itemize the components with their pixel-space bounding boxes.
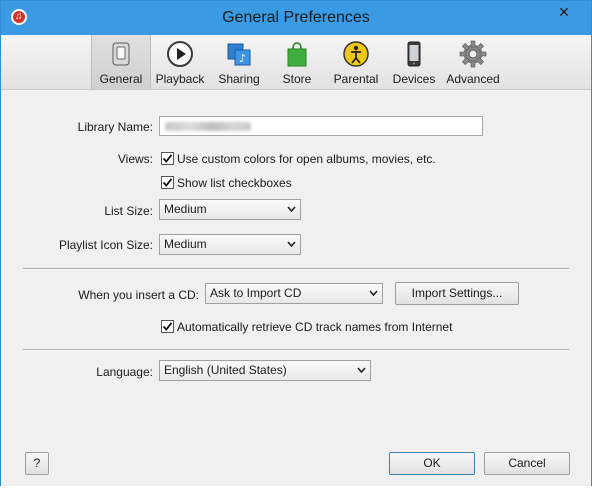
show-list-checkboxes-checkbox[interactable] <box>161 176 174 189</box>
general-device-icon <box>107 40 135 68</box>
playlist-icon-size-label: Playlist Icon Size: <box>58 238 153 252</box>
tab-playback[interactable]: Playback <box>152 35 208 89</box>
section-separator <box>23 268 569 270</box>
tab-general[interactable]: General <box>91 35 151 89</box>
tab-parental[interactable]: Parental <box>328 35 384 89</box>
custom-colors-label: Use custom colors for open albums, movie… <box>177 152 436 166</box>
play-icon <box>166 40 194 68</box>
list-size-label: List Size: <box>104 204 153 218</box>
tab-parental-label: Parental <box>333 72 379 86</box>
library-name-label: Library Name: <box>77 120 153 134</box>
language-select[interactable]: English (United States) <box>159 360 371 381</box>
tab-playback-label: Playback <box>155 72 205 86</box>
playlist-icon-size-select[interactable]: Medium <box>159 234 301 255</box>
list-size-select[interactable]: Medium <box>159 199 301 220</box>
chevron-down-icon <box>287 241 296 247</box>
import-settings-button[interactable]: Import Settings... <box>395 282 519 305</box>
parental-icon <box>342 40 370 68</box>
tab-store-label: Store <box>282 72 312 86</box>
tab-devices[interactable]: Devices <box>386 35 442 89</box>
title-bar[interactable]: ♫ General Preferences ✕ <box>1 1 591 35</box>
tab-advanced[interactable]: Advanced <box>444 35 502 89</box>
chevron-down-icon <box>357 367 366 373</box>
tab-sharing-label: Sharing <box>218 72 260 86</box>
tab-general-label: General <box>99 72 143 86</box>
language-value: English (United States) <box>164 363 287 377</box>
tab-sharing[interactable]: ♪ Sharing <box>211 35 267 89</box>
insert-cd-value: Ask to Import CD <box>210 286 302 300</box>
auto-retrieve-checkbox[interactable] <box>161 320 174 333</box>
views-label: Views: <box>117 152 153 166</box>
list-size-value: Medium <box>164 202 207 216</box>
library-name-input[interactable] <box>159 116 483 136</box>
insert-cd-select[interactable]: Ask to Import CD <box>205 283 383 304</box>
gear-icon <box>459 40 487 68</box>
device-icon <box>400 40 428 68</box>
sharing-icon: ♪ <box>225 40 253 68</box>
section-separator <box>23 349 569 351</box>
library-name-value-redacted <box>165 122 251 131</box>
store-bag-icon <box>283 40 311 68</box>
close-button[interactable]: ✕ <box>545 1 583 23</box>
insert-cd-label: When you insert a CD: <box>78 288 199 302</box>
tab-advanced-label: Advanced <box>446 72 500 86</box>
tab-store[interactable]: Store <box>269 35 325 89</box>
tab-devices-label: Devices <box>392 72 436 86</box>
auto-retrieve-label: Automatically retrieve CD track names fr… <box>177 320 453 334</box>
help-button[interactable]: ? <box>25 452 49 475</box>
chevron-down-icon <box>369 290 378 296</box>
background-strip <box>0 486 592 494</box>
cancel-button[interactable]: Cancel <box>484 452 570 475</box>
playlist-icon-size-value: Medium <box>164 237 207 251</box>
language-label: Language: <box>96 365 153 379</box>
ok-button[interactable]: OK <box>389 452 475 475</box>
window-title: General Preferences <box>222 9 370 26</box>
chevron-down-icon <box>287 206 296 212</box>
svg-text:♪: ♪ <box>239 52 246 65</box>
preferences-window: ♫ General Preferences ✕ General Playback <box>0 0 592 487</box>
preferences-toolbar: General Playback ♪ Sharing Store Parenta… <box>1 35 591 90</box>
show-list-checkboxes-label: Show list checkboxes <box>177 176 292 190</box>
custom-colors-checkbox[interactable] <box>161 152 174 165</box>
